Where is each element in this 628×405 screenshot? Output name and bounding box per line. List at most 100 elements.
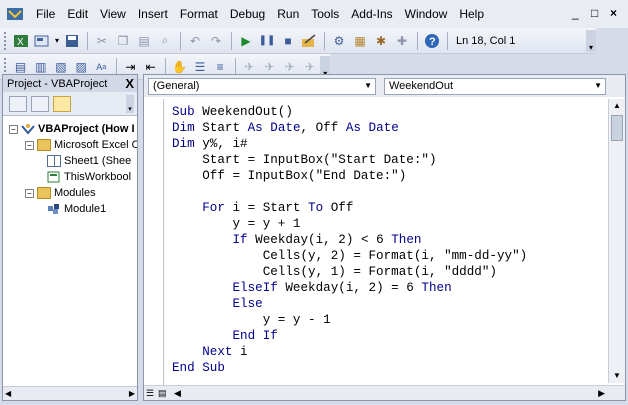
scroll-up-icon[interactable]: ▲ (609, 99, 625, 113)
redo-icon[interactable]: ↷ (206, 32, 226, 50)
code-line[interactable]: Dim y%, i# (172, 136, 606, 152)
object-dropdown[interactable]: (General) ▼ (148, 77, 376, 95)
full-module-view-icon[interactable]: ▤ (158, 388, 170, 399)
uncomment-block-icon[interactable]: ≡ (211, 58, 230, 76)
toolbar-grip[interactable] (4, 57, 7, 76)
collapse-icon[interactable]: − (9, 124, 18, 134)
chevron-down-icon[interactable]: ▼ (364, 81, 372, 90)
quick-info-icon[interactable]: ▧ (51, 58, 70, 76)
next-bookmark-icon[interactable]: ✈ (260, 58, 279, 76)
chevron-down-icon[interactable]: ▼ (594, 81, 602, 90)
code-line[interactable]: Start = InputBox("Start Date:") (172, 152, 606, 168)
code-line[interactable]: Sub WeekendOut() (172, 104, 606, 120)
toggle-folders-icon[interactable] (53, 95, 71, 112)
tree-node-modules[interactable]: − Modules (25, 186, 96, 200)
toggle-breakpoint-icon[interactable]: ✋ (170, 58, 189, 76)
find-icon[interactable]: ⌕ (155, 32, 175, 50)
code-keyword: Dim (172, 137, 203, 151)
code-line[interactable]: y = y + 1 (172, 216, 606, 232)
paste-icon[interactable]: ▤ (134, 32, 154, 50)
toolbar-options-button[interactable]: ▾ (586, 29, 596, 52)
code-line[interactable]: For i = Start To Off (172, 200, 606, 216)
code-line[interactable]: Cells(y, 2) = Format(i, "mm-dd-yy") (172, 248, 606, 264)
menu-item-addins[interactable]: Add-Ins (345, 7, 398, 21)
view-object-icon[interactable] (31, 95, 49, 112)
view-excel-icon[interactable]: X (11, 32, 31, 50)
scroll-thumb[interactable] (611, 115, 623, 141)
menu-item-file[interactable]: File (30, 7, 61, 21)
minimize-button[interactable]: _ (572, 6, 579, 20)
close-button[interactable]: × (610, 6, 617, 20)
list-constants-icon[interactable]: ▥ (31, 58, 50, 76)
view-code-icon[interactable] (9, 95, 27, 112)
toolbox-icon[interactable]: ✚ (392, 32, 412, 50)
reset-icon[interactable]: ■ (278, 32, 298, 50)
scroll-down-icon[interactable]: ▼ (609, 369, 625, 383)
code-line[interactable]: ElseIf Weekday(i, 2) = 6 Then (172, 280, 606, 296)
margin-indicator-bar[interactable] (144, 99, 164, 387)
toggle-bookmark-icon[interactable]: ✈ (240, 58, 259, 76)
code-vertical-scrollbar[interactable]: ▲ ▼ (608, 99, 625, 383)
tree-node-module1[interactable]: Module1 (47, 202, 106, 216)
code-line[interactable]: Dim Start As Date, Off As Date (172, 120, 606, 136)
list-properties-icon[interactable]: ▤ (11, 58, 30, 76)
menu-item-help[interactable]: Help (453, 7, 490, 21)
menu-item-format[interactable]: Format (174, 7, 224, 21)
tree-node-sheet1[interactable]: Sheet1 (Shee (47, 154, 131, 168)
project-close-button[interactable]: X (125, 76, 134, 91)
menu-item-insert[interactable]: Insert (132, 7, 174, 21)
collapse-icon[interactable]: − (25, 140, 34, 150)
procedure-view-icon[interactable]: ☰ (146, 388, 158, 399)
code-line[interactable] (172, 184, 606, 200)
toolbar-grip[interactable] (4, 31, 7, 50)
design-mode-icon[interactable] (299, 32, 319, 50)
outdent-icon[interactable]: ⇤ (141, 58, 160, 76)
procedure-dropdown[interactable]: WeekendOut ▼ (384, 77, 606, 95)
cut-icon[interactable]: ✂ (92, 32, 112, 50)
tree-node-thisworkbook[interactable]: ThisWorkbool (47, 170, 131, 184)
scroll-right-icon[interactable]: ▶ (129, 389, 135, 398)
tree-node-excel-objects[interactable]: − Microsoft Excel O (25, 138, 137, 152)
save-icon[interactable] (62, 32, 82, 50)
code-line[interactable]: Else (172, 296, 606, 312)
scroll-left-icon[interactable]: ◀ (174, 388, 181, 399)
clear-bookmarks-icon[interactable]: ✈ (300, 58, 319, 76)
code-editor[interactable]: Sub WeekendOut() Dim Start As Date, Off A… (164, 101, 606, 385)
tree-node-vbaproject[interactable]: − VBAProject (How I (9, 122, 135, 136)
run-icon[interactable]: ▶ (236, 32, 256, 50)
code-line[interactable]: y = y - 1 (172, 312, 606, 328)
properties-icon[interactable]: ▦ (350, 32, 370, 50)
menu-item-view[interactable]: View (94, 7, 132, 21)
code-line[interactable]: If Weekday(i, 2) < 6 Then (172, 232, 606, 248)
indent-icon[interactable]: ⇥ (121, 58, 140, 76)
toolbar-options-button[interactable]: ▾ (126, 95, 134, 113)
insert-module-icon[interactable] (32, 32, 52, 50)
complete-word-icon[interactable]: Aa (92, 58, 111, 76)
collapse-icon[interactable]: − (25, 188, 34, 198)
comment-block-icon[interactable]: ☰ (190, 58, 209, 76)
scroll-left-icon[interactable]: ◀ (5, 389, 11, 398)
code-line[interactable]: Cells(y, 1) = Format(i, "dddd") (172, 264, 606, 280)
parameter-info-icon[interactable]: ▨ (72, 58, 91, 76)
code-line[interactable]: End If (172, 328, 606, 344)
project-horizontal-scrollbar[interactable]: ◀ ▶ (3, 386, 137, 400)
break-icon[interactable]: ❚❚ (257, 32, 277, 50)
menu-item-window[interactable]: Window (399, 7, 454, 21)
scroll-right-icon[interactable]: ▶ (598, 388, 605, 399)
undo-icon[interactable]: ↶ (185, 32, 205, 50)
previous-bookmark-icon[interactable]: ✈ (280, 58, 299, 76)
code-line[interactable]: Next i (172, 344, 606, 360)
menu-item-run[interactable]: Run (271, 7, 305, 21)
dropdown-arrow-icon[interactable]: ▾ (53, 32, 61, 50)
menu-item-debug[interactable]: Debug (224, 7, 271, 21)
menu-item-tools[interactable]: Tools (305, 7, 345, 21)
help-icon[interactable]: ? (422, 32, 442, 50)
vba-app-icon[interactable] (6, 6, 24, 22)
menu-item-edit[interactable]: Edit (61, 7, 94, 21)
code-line[interactable]: End Sub (172, 360, 606, 376)
copy-icon[interactable]: ❐ (113, 32, 133, 50)
code-line[interactable]: Off = InputBox("End Date:") (172, 168, 606, 184)
object-browser-icon[interactable]: ✱ (371, 32, 391, 50)
restore-button[interactable]: □ (591, 6, 598, 20)
project-explorer-icon[interactable]: ⚙ (329, 32, 349, 50)
